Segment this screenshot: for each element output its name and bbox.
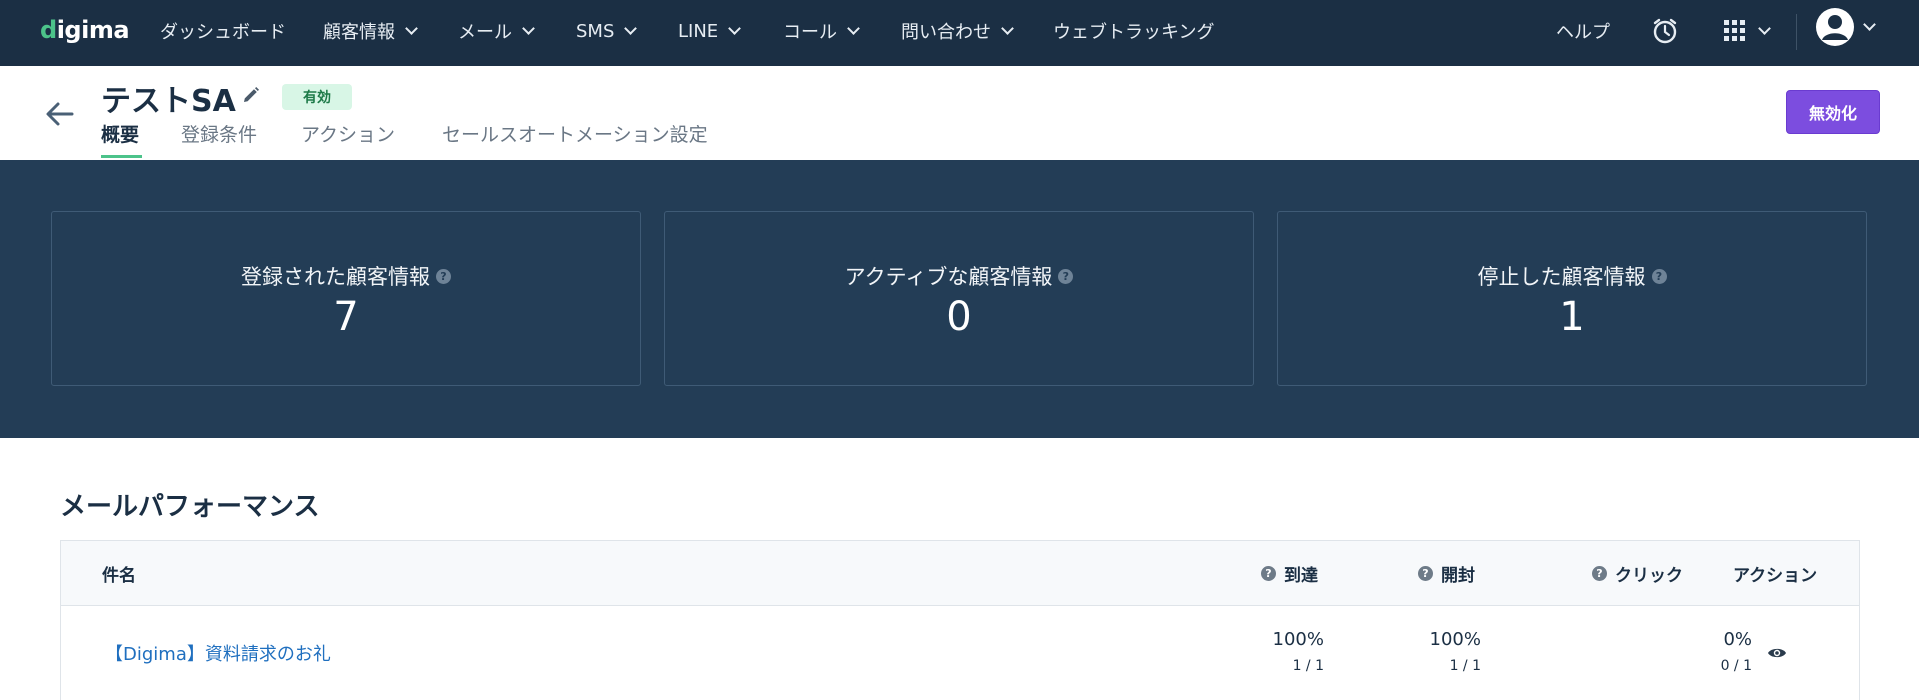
nav-item-dashboard[interactable]: ダッシュボード [160, 0, 286, 62]
section-title-mail-performance: メールパフォーマンス [60, 492, 320, 522]
alarm-clock-icon[interactable] [1651, 15, 1679, 47]
clicked-percent: 0% [1723, 629, 1752, 650]
help-icon[interactable]: ? [1592, 566, 1607, 581]
chevron-down-icon [728, 22, 742, 35]
nav-item-mail[interactable]: メール [458, 0, 535, 62]
nav-item-line[interactable]: LINE [678, 0, 742, 62]
tab-overview[interactable]: 概要 [101, 120, 139, 147]
page-title: テストSA [101, 84, 236, 119]
help-icon[interactable]: ? [436, 268, 451, 284]
eye-icon[interactable] [1767, 645, 1787, 659]
stat-label: 停止した顧客情報 [1477, 265, 1646, 289]
tab-sales-automation-settings[interactable]: セールスオートメーション設定 [442, 120, 708, 147]
nav-item-label: SMS [576, 20, 615, 42]
chevron-down-icon [1758, 22, 1771, 35]
stat-card-registered: 登録された顧客情報 ? 7 [51, 211, 641, 386]
user-menu-button[interactable] [1815, 8, 1876, 46]
column-header-subject: 件名 [102, 561, 136, 586]
column-label: 開封 [1441, 566, 1475, 586]
user-avatar-icon [1816, 8, 1854, 46]
stat-card-active: アクティブな顧客情報 ? 0 [664, 211, 1254, 386]
nav-divider [1796, 14, 1797, 50]
tab-actions[interactable]: アクション [301, 120, 395, 147]
page-header: テストSA 有効 概要 登録条件 アクション セールスオートメーション設定 無効… [0, 66, 1919, 160]
clicked-count: 0 / 1 [1720, 658, 1752, 674]
column-label: 件名 [102, 566, 136, 586]
mail-performance-table: 件名 ? 到達 ? 開封 ? クリック アクション 【Digima】資料請求のお… [60, 540, 1860, 700]
stats-band: 登録された顧客情報 ? 7 アクティブな顧客情報 ? 0 停止した顧客情報 ? … [0, 160, 1919, 438]
help-icon[interactable]: ? [1058, 268, 1074, 284]
column-header-delivered: ? 到達 [1261, 561, 1318, 586]
opened-count: 1 / 1 [1449, 658, 1481, 674]
nav-item-inquiry[interactable]: 問い合わせ [901, 0, 1014, 62]
chevron-down-icon [405, 22, 418, 35]
stat-value: 0 [946, 294, 972, 340]
logo-text: digima [40, 16, 130, 44]
help-label: ヘルプ [1556, 22, 1610, 43]
column-header-opened: ? 開封 [1418, 561, 1475, 586]
nav-item-label: 顧客情報 [323, 22, 395, 43]
chevron-down-icon [847, 22, 860, 35]
apps-grid-button[interactable] [1724, 15, 1771, 47]
nav-item-call[interactable]: コール [783, 0, 860, 62]
edit-pencil-icon[interactable] [242, 86, 260, 104]
nav-item-label: ウェブトラッキング [1053, 22, 1215, 43]
stat-label-row: 停止した顧客情報 ? [1278, 261, 1866, 291]
stat-label-row: アクティブな顧客情報 ? [665, 261, 1253, 291]
nav-item-web-tracking[interactable]: ウェブトラッキング [1053, 0, 1214, 62]
nav-item-label: コール [783, 22, 837, 43]
column-label: 到達 [1284, 566, 1318, 586]
help-icon[interactable]: ? [1651, 268, 1667, 284]
digima-logo[interactable]: digima [40, 16, 130, 46]
opened-percent: 100% [1429, 629, 1481, 650]
nav-item-label: メール [458, 22, 512, 43]
chevron-down-icon [1863, 18, 1876, 31]
delivered-count: 1 / 1 [1292, 658, 1324, 674]
nav-item-label: ダッシュボード [160, 22, 286, 43]
nav-item-customer-info[interactable]: 顧客情報 [323, 0, 418, 62]
column-label: アクション [1733, 566, 1818, 586]
stat-label-row: 登録された顧客情報 ? [52, 261, 640, 291]
back-arrow-icon[interactable] [42, 96, 78, 132]
column-label: クリック [1615, 566, 1683, 586]
stat-value: 1 [1559, 294, 1585, 340]
help-link[interactable]: ヘルプ [1556, 0, 1610, 62]
delivered-percent: 100% [1272, 629, 1324, 650]
stat-label: 登録された顧客情報 [241, 265, 430, 289]
tab-registration-conditions[interactable]: 登録条件 [181, 120, 257, 147]
stat-label: アクティブな顧客情報 [844, 265, 1053, 289]
status-badge: 有効 [282, 84, 352, 110]
column-header-action: アクション [1733, 561, 1817, 586]
nav-item-label: LINE [678, 20, 719, 42]
help-icon[interactable]: ? [1261, 566, 1276, 581]
table-header: 件名 ? 到達 ? 開封 ? クリック アクション [61, 541, 1859, 606]
chevron-down-icon [1001, 22, 1014, 35]
apps-grid-icon [1724, 20, 1745, 41]
top-navigation-bar: digima ダッシュボード 顧客情報 メール SMS LINE コール 問い合… [0, 0, 1919, 66]
nav-item-label: 問い合わせ [901, 22, 991, 43]
nav-item-sms[interactable]: SMS [576, 0, 638, 62]
help-icon[interactable]: ? [1418, 566, 1433, 581]
stat-card-stopped: 停止した顧客情報 ? 1 [1277, 211, 1867, 386]
column-header-clicked: ? クリック [1592, 561, 1683, 586]
chevron-down-icon [522, 22, 535, 35]
disable-button[interactable]: 無効化 [1786, 90, 1880, 134]
mail-subject-link[interactable]: 【Digima】資料請求のお礼 [105, 640, 331, 666]
active-tab-indicator [101, 155, 142, 158]
chevron-down-icon [624, 22, 638, 35]
stat-value: 7 [333, 294, 359, 340]
